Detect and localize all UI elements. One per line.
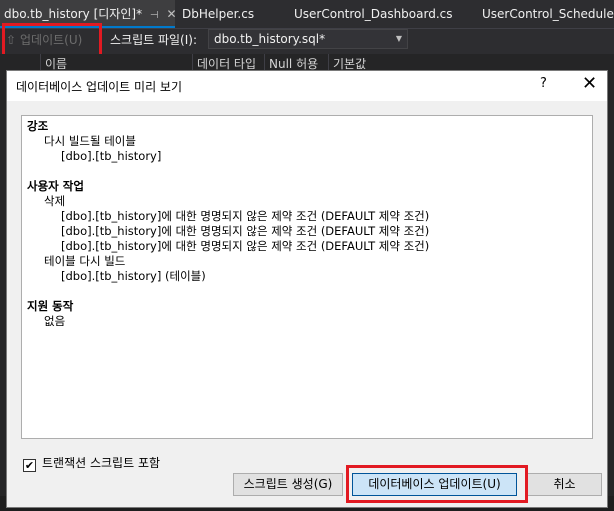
- tab-dbhelper[interactable]: DbHelper.cs: [182, 0, 254, 28]
- highlights-heading: 강조: [27, 119, 49, 133]
- tab-label: DbHelper.cs: [182, 7, 255, 21]
- tab-label: UserControl_ScheduleMg: [482, 7, 614, 21]
- dialog-title: 데이터베이스 업데이트 미리 보기: [16, 80, 183, 94]
- supporting-none: 없음: [44, 314, 66, 328]
- update-database-highlight: [346, 465, 528, 503]
- checkbox-checked-icon[interactable]: ✔: [23, 459, 36, 472]
- rebuild-table: [dbo].[tb_history] (테이블): [61, 269, 206, 283]
- rebuild-label: 테이블 다시 빌드: [44, 254, 126, 268]
- help-button[interactable]: ?: [540, 76, 547, 91]
- supporting-actions-heading: 지원 동작: [27, 299, 74, 313]
- script-file-select[interactable]: dbo.tb_history.sql* ▼: [208, 29, 408, 49]
- close-icon[interactable]: ✕: [166, 7, 176, 21]
- update-preview-dialog: 데이터베이스 업데이트 미리 보기 ? ✕ 강조 다시 빌드될 테이블 [dbo…: [6, 70, 608, 508]
- tab-label: UserControl_Dashboard.cs: [294, 7, 453, 21]
- script-file-value: dbo.tb_history.sql*: [214, 32, 326, 46]
- tab-usercontrol-dashboard[interactable]: UserControl_Dashboard.cs: [294, 0, 453, 28]
- highlights-table: [dbo].[tb_history]: [61, 149, 162, 163]
- preview-textbox[interactable]: 강조 다시 빌드될 테이블 [dbo].[tb_history] 사용자 작업 …: [21, 115, 593, 439]
- delete-label: 삭제: [44, 194, 66, 208]
- constraint-item: [dbo].[tb_history]에 대한 명명되지 않은 제약 조건 (DE…: [61, 224, 430, 238]
- generate-script-button[interactable]: 스크립트 생성(G): [233, 473, 343, 496]
- close-button[interactable]: ✕: [582, 73, 597, 94]
- tab-label: dbo.tb_history [디자인]*: [4, 7, 143, 21]
- include-transaction-checkbox[interactable]: ✔ 트랜잭션 스크립트 포함: [23, 455, 161, 472]
- pin-icon[interactable]: ⊣: [150, 10, 159, 21]
- update-button-highlight: [2, 23, 102, 58]
- tab-usercontrol-schedule[interactable]: UserControl_ScheduleMg: [482, 0, 614, 28]
- highlights-item: 다시 빌드될 테이블: [44, 134, 136, 148]
- dialog-titlebar: 데이터베이스 업데이트 미리 보기 ? ✕: [7, 71, 607, 101]
- cancel-button[interactable]: 취소: [527, 473, 602, 496]
- script-file-label: 스크립트 파일(I):: [110, 33, 198, 47]
- include-transaction-label: 트랜잭션 스크립트 포함: [42, 456, 161, 470]
- chevron-down-icon: ▼: [395, 34, 402, 43]
- constraint-item: [dbo].[tb_history]에 대한 명명되지 않은 제약 조건 (DE…: [61, 239, 430, 253]
- constraint-item: [dbo].[tb_history]에 대한 명명되지 않은 제약 조건 (DE…: [61, 209, 430, 223]
- user-actions-heading: 사용자 작업: [27, 179, 84, 193]
